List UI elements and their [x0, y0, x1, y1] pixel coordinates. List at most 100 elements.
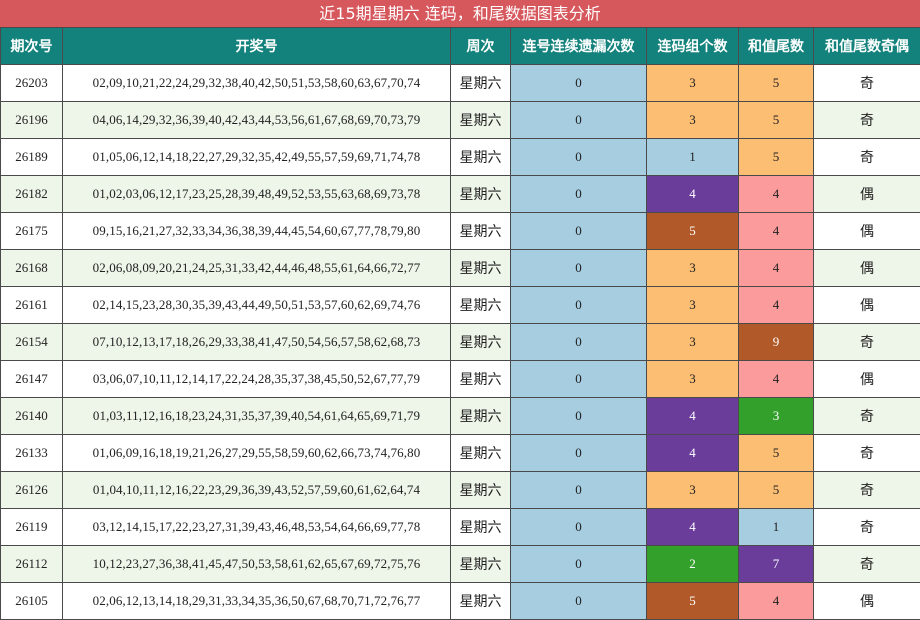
sum-tail-cell: 4	[738, 360, 814, 398]
parity-cell: 奇	[813, 323, 920, 361]
miss-cell: 0	[510, 545, 647, 583]
weekday-cell: 星期六	[450, 397, 511, 435]
header-consecutive-miss: 连号连续遗漏次数	[510, 27, 647, 65]
sum-tail-cell: 5	[738, 101, 814, 139]
table-row: 26189 01,05,06,12,14,18,22,27,29,32,35,42…	[0, 138, 920, 176]
parity-cell: 奇	[813, 434, 920, 472]
weekday-cell: 星期六	[450, 508, 511, 546]
parity-cell: 偶	[813, 249, 920, 287]
sum-tail-cell: 3	[738, 397, 814, 435]
parity-cell: 奇	[813, 397, 920, 435]
numbers-cell: 02,09,10,21,22,24,29,32,38,40,42,50,51,5…	[62, 64, 451, 102]
issue-cell: 26203	[0, 64, 63, 102]
miss-cell: 0	[510, 175, 647, 213]
sum-tail-cell: 5	[738, 434, 814, 472]
table-row: 26147 03,06,07,10,11,12,14,17,22,24,28,35…	[0, 360, 920, 398]
weekday-cell: 星期六	[450, 212, 511, 250]
parity-cell: 偶	[813, 175, 920, 213]
numbers-cell: 07,10,12,13,17,18,26,29,33,38,41,47,50,5…	[62, 323, 451, 361]
miss-cell: 0	[510, 323, 647, 361]
sum-tail-cell: 7	[738, 545, 814, 583]
weekday-cell: 星期六	[450, 249, 511, 287]
group-count-cell: 4	[646, 397, 739, 435]
sum-tail-cell: 1	[738, 508, 814, 546]
weekday-cell: 星期六	[450, 471, 511, 509]
issue-cell: 26196	[0, 101, 63, 139]
parity-cell: 奇	[813, 64, 920, 102]
sum-tail-cell: 5	[738, 138, 814, 176]
numbers-cell: 04,06,14,29,32,36,39,40,42,43,44,53,56,6…	[62, 101, 451, 139]
miss-cell: 0	[510, 434, 647, 472]
group-count-cell: 3	[646, 286, 739, 324]
header-numbers: 开奖号	[62, 27, 451, 65]
miss-cell: 0	[510, 286, 647, 324]
weekday-cell: 星期六	[450, 175, 511, 213]
weekday-cell: 星期六	[450, 286, 511, 324]
table-row: 26140 01,03,11,12,16,18,23,24,31,35,37,39…	[0, 397, 920, 435]
page-title: 近15期星期六 连码，和尾数据图表分析	[0, 0, 920, 27]
sum-tail-cell: 5	[738, 471, 814, 509]
sum-tail-cell: 4	[738, 582, 814, 620]
table-row: 26161 02,14,15,23,28,30,35,39,43,44,49,50…	[0, 286, 920, 324]
header-sum-tail-parity: 和值尾数奇偶	[813, 27, 920, 65]
report-container: 近15期星期六 连码，和尾数据图表分析 期次号 开奖号 周次 连号连续遗漏次数 …	[0, 0, 920, 620]
table-row: 26112 10,12,23,27,36,38,41,45,47,50,53,58…	[0, 545, 920, 583]
parity-cell: 奇	[813, 138, 920, 176]
parity-cell: 奇	[813, 471, 920, 509]
sum-tail-cell: 4	[738, 175, 814, 213]
header-weekday: 周次	[450, 27, 511, 65]
header-sum-tail: 和值尾数	[738, 27, 814, 65]
issue-cell: 26182	[0, 175, 63, 213]
issue-cell: 26133	[0, 434, 63, 472]
table-row: 26133 01,06,09,16,18,19,21,26,27,29,55,58…	[0, 434, 920, 472]
numbers-cell: 01,04,10,11,12,16,22,23,29,36,39,43,52,5…	[62, 471, 451, 509]
table-body: 26203 02,09,10,21,22,24,29,32,38,40,42,50…	[0, 64, 920, 620]
numbers-cell: 03,12,14,15,17,22,23,27,31,39,43,46,48,5…	[62, 508, 451, 546]
miss-cell: 0	[510, 471, 647, 509]
sum-tail-cell: 4	[738, 286, 814, 324]
table-row: 26203 02,09,10,21,22,24,29,32,38,40,42,50…	[0, 64, 920, 102]
group-count-cell: 2	[646, 545, 739, 583]
numbers-cell: 09,15,16,21,27,32,33,34,36,38,39,44,45,5…	[62, 212, 451, 250]
issue-cell: 26126	[0, 471, 63, 509]
miss-cell: 0	[510, 64, 647, 102]
numbers-cell: 01,03,11,12,16,18,23,24,31,35,37,39,40,5…	[62, 397, 451, 435]
table-row: 26126 01,04,10,11,12,16,22,23,29,36,39,43…	[0, 471, 920, 509]
parity-cell: 偶	[813, 212, 920, 250]
miss-cell: 0	[510, 101, 647, 139]
group-count-cell: 3	[646, 249, 739, 287]
group-count-cell: 5	[646, 212, 739, 250]
issue-cell: 26105	[0, 582, 63, 620]
weekday-cell: 星期六	[450, 360, 511, 398]
draw-analysis-table: 期次号 开奖号 周次 连号连续遗漏次数 连码组个数 和值尾数 和值尾数奇偶 26…	[0, 27, 920, 620]
group-count-cell: 1	[646, 138, 739, 176]
miss-cell: 0	[510, 360, 647, 398]
group-count-cell: 3	[646, 101, 739, 139]
numbers-cell: 01,06,09,16,18,19,21,26,27,29,55,58,59,6…	[62, 434, 451, 472]
table-row: 26182 01,02,03,06,12,17,23,25,28,39,48,49…	[0, 175, 920, 213]
group-count-cell: 4	[646, 508, 739, 546]
table-row: 26175 09,15,16,21,27,32,33,34,36,38,39,44…	[0, 212, 920, 250]
issue-cell: 26161	[0, 286, 63, 324]
header-row: 期次号 开奖号 周次 连号连续遗漏次数 连码组个数 和值尾数 和值尾数奇偶	[0, 27, 920, 65]
parity-cell: 奇	[813, 101, 920, 139]
miss-cell: 0	[510, 212, 647, 250]
numbers-cell: 02,06,12,13,14,18,29,31,33,34,35,36,50,6…	[62, 582, 451, 620]
parity-cell: 偶	[813, 582, 920, 620]
group-count-cell: 5	[646, 582, 739, 620]
table-row: 26168 02,06,08,09,20,21,24,25,31,33,42,44…	[0, 249, 920, 287]
issue-cell: 26119	[0, 508, 63, 546]
table-row: 26196 04,06,14,29,32,36,39,40,42,43,44,53…	[0, 101, 920, 139]
group-count-cell: 3	[646, 360, 739, 398]
numbers-cell: 03,06,07,10,11,12,14,17,22,24,28,35,37,3…	[62, 360, 451, 398]
parity-cell: 奇	[813, 508, 920, 546]
issue-cell: 26189	[0, 138, 63, 176]
miss-cell: 0	[510, 582, 647, 620]
issue-cell: 26140	[0, 397, 63, 435]
group-count-cell: 3	[646, 64, 739, 102]
issue-cell: 26168	[0, 249, 63, 287]
weekday-cell: 星期六	[450, 323, 511, 361]
header-group-count: 连码组个数	[646, 27, 739, 65]
group-count-cell: 4	[646, 434, 739, 472]
group-count-cell: 3	[646, 323, 739, 361]
